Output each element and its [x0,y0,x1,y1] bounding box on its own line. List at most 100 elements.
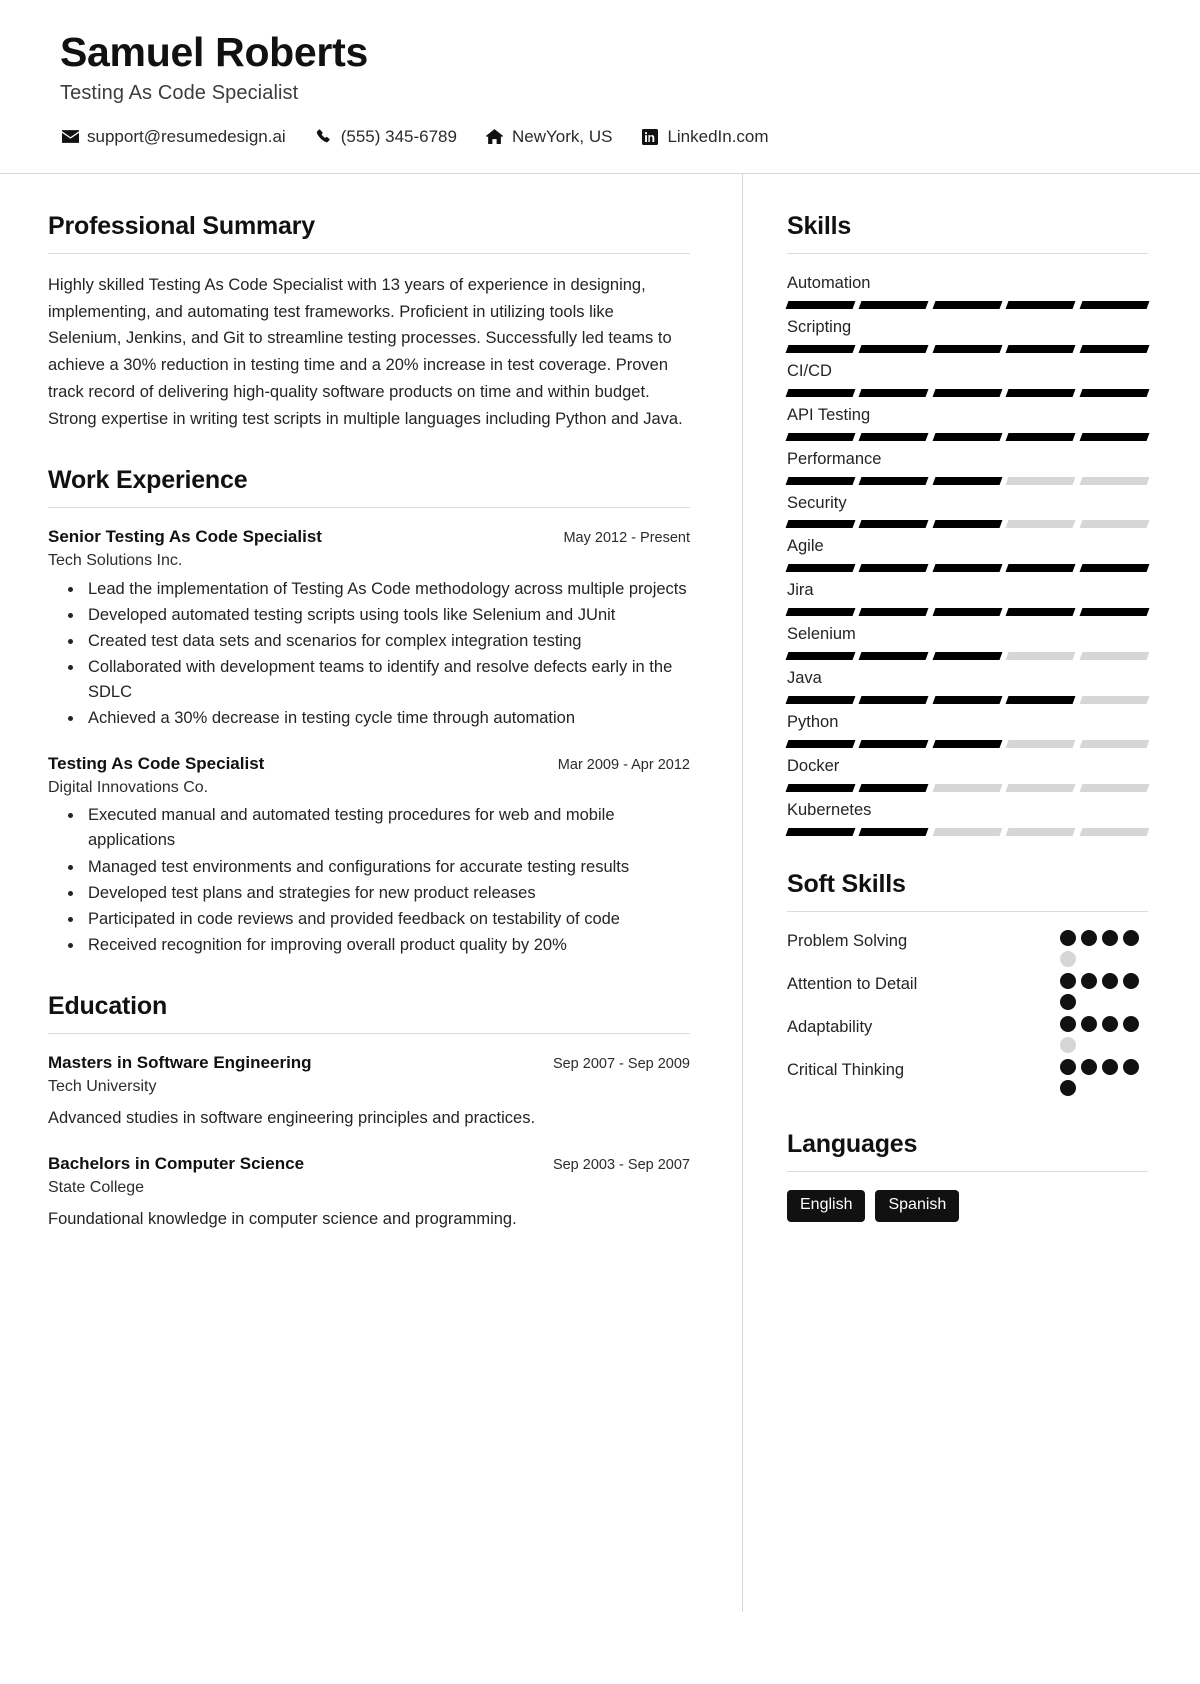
skill-segment [785,608,856,617]
skill-segment [1005,783,1077,792]
experience-bullet: Collaborated with development teams to i… [84,655,690,705]
skill-segment [1005,520,1077,529]
experience-bullet: Developed automated testing scripts usin… [84,603,690,628]
section-divider [48,252,690,254]
skill-segment [932,740,1003,749]
skill-label: Docker [787,757,840,776]
skill-segment [932,388,1003,397]
section-work-experience: Work Experience Senior Testing As Code S… [48,466,690,958]
soft-skill-dot [1123,1015,1139,1032]
skill-item: Kubernetes [785,799,1150,836]
skill-segment [1079,476,1150,485]
language-chip: English [787,1189,866,1222]
skill-segment [785,432,856,441]
soft-skill-label: Problem Solving [787,931,908,950]
skill-label: Kubernetes [787,800,872,819]
envelope-icon [60,128,80,145]
skill-segment [858,783,930,792]
resume-page: Samuel Roberts Testing As Code Specialis… [0,0,1200,1684]
experience-date: Mar 2009 - Apr 2012 [557,757,690,774]
soft-skill-label: Critical Thinking [787,1060,905,1079]
soft-skill-dot [1060,993,1076,1010]
experience-role: Senior Testing As Code Specialist [48,527,322,547]
section-divider [787,910,1148,912]
skill-segment [1005,652,1077,661]
soft-skill-dot [1123,929,1139,946]
skill-segment [932,520,1003,529]
skill-segment [1079,432,1150,441]
skill-item: Automation [785,272,1150,309]
languages-list: English Spanish [787,1189,1148,1222]
skill-label: Agile [787,537,824,556]
skill-item: Performance [785,448,1150,485]
experience-date: May 2012 - Present [563,530,690,547]
skill-label: Python [787,713,839,732]
skill-segment [785,783,856,792]
skill-segment [785,388,856,397]
education-entry: Bachelors in Computer Science Sep 2003 -… [48,1153,690,1232]
candidate-name: Samuel Roberts [60,29,368,75]
experience-entry: Senior Testing As Code Specialist May 20… [48,526,690,731]
languages-section-title: Languages [787,1129,918,1158]
experience-entry-head: Testing As Code Specialist Mar 2009 - Ap… [48,753,690,776]
skill-item: Agile [785,535,1150,573]
linkedin-icon [640,128,660,145]
soft-skills-list: Problem Solving Attention to Detail Adap… [787,929,1148,1096]
contact-location[interactable]: NewYork, US [485,127,612,147]
skill-segment [858,608,930,617]
skill-segment [1079,344,1150,353]
experience-bullets: Lead the implementation of Testing As Co… [48,577,690,731]
soft-skill-dot [1081,929,1097,946]
experience-bullet: Managed test environments and configurat… [84,855,690,880]
skill-segment [1005,564,1077,573]
candidate-job-title: Testing As Code Specialist [60,81,299,104]
contact-row: support@resumedesign.ai (555) 345-6789 N… [60,127,1140,147]
contact-linkedin-text: LinkedIn.com [667,126,769,146]
skill-segment [785,476,856,485]
skill-segment [785,740,856,749]
home-icon [485,128,505,145]
experience-list: Senior Testing As Code Specialist May 20… [48,526,690,958]
skill-level-bar [785,520,1150,529]
skill-segment [785,652,856,661]
experience-bullet: Achieved a 30% decrease in testing cycle… [84,706,690,731]
contact-phone-text: (555) 345-6789 [340,126,457,146]
section-skills: Skills Automation Scripting CI/CD API Te… [785,212,1150,836]
soft-skill-dot [1102,929,1118,946]
skill-segment [932,608,1003,617]
soft-skill-label: Attention to Detail [787,974,918,993]
education-school: State College [48,1178,145,1196]
skill-segment [785,344,856,353]
skill-level-bar [785,827,1150,836]
soft-skill-dot [1123,1058,1139,1075]
soft-skill-dot [1081,972,1097,989]
soft-skill-dot [1060,929,1076,946]
skill-segment [932,564,1003,573]
skill-segment [785,300,856,309]
skill-segment [858,520,930,529]
skill-segment [1005,608,1077,617]
skill-segment [932,783,1003,792]
education-school: Tech University [48,1077,157,1095]
education-list: Masters in Software Engineering Sep 2007… [48,1052,690,1232]
soft-skill-item: Problem Solving [787,929,1148,967]
skill-segment [1079,388,1150,397]
sidebar-column: Skills Automation Scripting CI/CD API Te… [742,173,1200,1612]
education-description: Advanced studies in software engineering… [48,1109,536,1128]
education-degree: Masters in Software Engineering [48,1052,312,1072]
experience-bullet: Executed manual and automated testing pr… [84,803,690,853]
resume-body: Professional Summary Highly skilled Test… [0,173,1200,1612]
contact-linkedin[interactable]: LinkedIn.com [640,126,769,147]
section-divider [48,1032,690,1034]
education-date: Sep 2007 - Sep 2009 [552,1055,690,1072]
skill-segment [1005,740,1077,749]
skill-item: CI/CD [785,360,1150,397]
soft-skill-rating [1060,1058,1148,1096]
skill-segment [1079,608,1150,617]
skill-label: Selenium [787,625,856,644]
contact-phone[interactable]: (555) 345-6789 [314,127,457,147]
soft-skill-item: Critical Thinking [787,1058,1148,1096]
contact-email[interactable]: support@resumedesign.ai [60,127,286,147]
skill-segment [1079,740,1150,749]
soft-skill-item: Adaptability [787,1015,1148,1053]
